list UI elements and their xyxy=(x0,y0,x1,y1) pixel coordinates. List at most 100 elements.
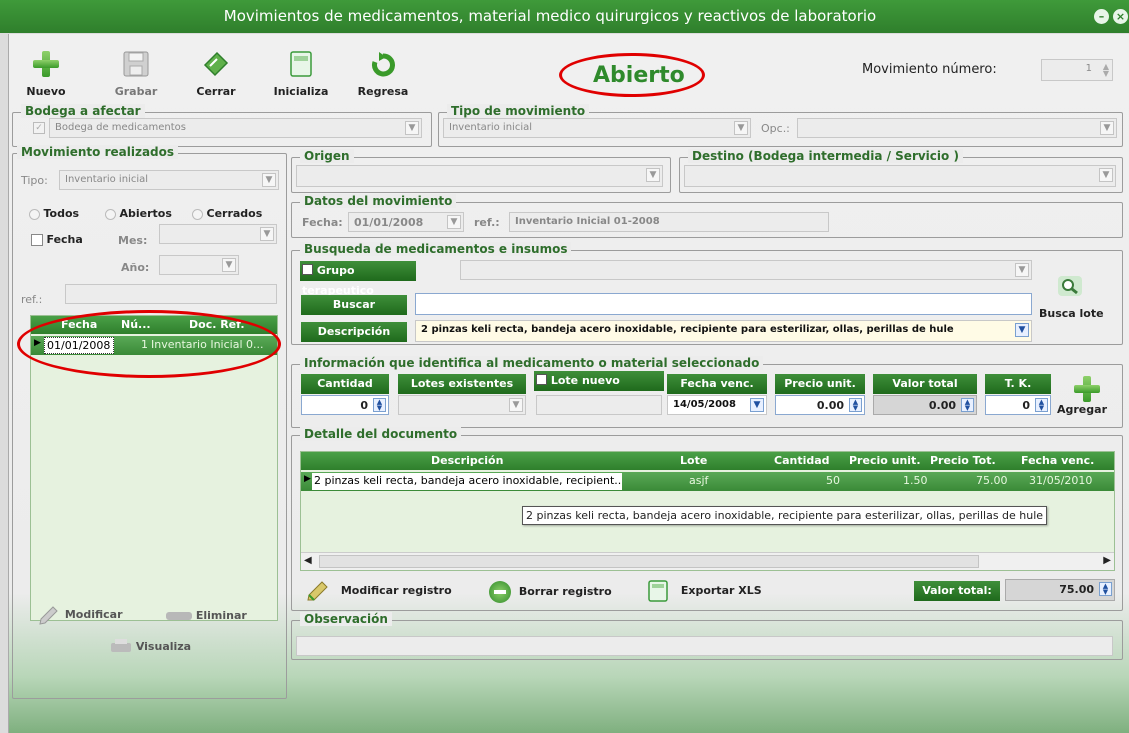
row-descripcion: 2 pinzas keli recta, bandeja acero inoxi… xyxy=(312,473,622,490)
chevron-down-icon: ▼ xyxy=(509,398,523,412)
radio-todos[interactable]: Todos xyxy=(29,207,79,220)
datos-fecha-field[interactable]: 01/01/2008 ▼ xyxy=(348,212,464,232)
lotes-existentes-select[interactable]: ▼ xyxy=(398,395,526,415)
origen-select[interactable]: ▼ xyxy=(296,165,663,187)
exportar-xls-label: Exportar XLS xyxy=(680,584,762,597)
radio-cerrados[interactable]: Cerrados xyxy=(192,207,262,220)
tipo-movimiento-select[interactable]: Inventario inicial ▼ xyxy=(443,118,751,138)
busqueda-legend: Busqueda de medicamentos e insumos xyxy=(300,242,572,256)
lote-nuevo-input[interactable] xyxy=(536,395,662,415)
busca-lote-button[interactable] xyxy=(1056,274,1086,300)
precio-unit-value: 0.00 xyxy=(816,399,844,412)
spinner-icon[interactable]: ▲ ▼ xyxy=(961,398,974,412)
movimiento-numero-field[interactable]: 1 ▲ ▼ xyxy=(1041,59,1113,81)
checkbox-icon xyxy=(31,234,43,246)
realizados-ref-input[interactable] xyxy=(65,284,277,304)
anio-select[interactable]: ▼ xyxy=(159,255,239,275)
mes-select[interactable]: ▼ xyxy=(159,224,277,244)
busca-lote-label[interactable]: Busca lote xyxy=(1039,307,1104,320)
visualiza-label: Visualiza xyxy=(135,640,192,653)
datos-ref-input[interactable]: Inventario Inicial 01-2008 xyxy=(509,212,829,232)
col-precio-unit[interactable]: Precio unit. xyxy=(849,454,921,467)
row-precio: 1.50 xyxy=(903,474,928,487)
scroll-right-icon[interactable]: ▶ xyxy=(1103,555,1111,566)
visualiza-button[interactable]: Visualiza xyxy=(110,638,191,656)
exportar-xls-button[interactable]: Exportar XLS xyxy=(647,579,762,603)
inicializa-label: Inicializa xyxy=(273,85,329,98)
info-legend: Información que identifica al medicament… xyxy=(300,356,764,370)
spinner-icon[interactable]: ▲ ▼ xyxy=(373,398,386,412)
chevron-down-icon: ▼ xyxy=(646,168,660,182)
spinner-icon[interactable]: ▲ ▼ xyxy=(1099,582,1112,596)
valor-total-field[interactable]: 75.00 ▲ ▼ xyxy=(1005,579,1115,601)
datos-fecha-value: 01/01/2008 xyxy=(354,216,424,229)
destino-select[interactable]: ▼ xyxy=(684,165,1116,187)
datos-fecha-label: Fecha: xyxy=(302,216,343,229)
agregar-button[interactable] xyxy=(1071,376,1100,402)
nuevo-button[interactable]: Nuevo xyxy=(23,47,69,98)
buscar-button[interactable]: Buscar xyxy=(301,295,407,315)
col-cantidad[interactable]: Cantidad xyxy=(774,454,830,467)
spinner-icon[interactable]: ▲ ▼ xyxy=(849,398,862,412)
observacion-input[interactable] xyxy=(296,636,1113,656)
scroll-left-icon[interactable]: ◀ xyxy=(304,555,312,566)
close-circle-icon[interactable]: × xyxy=(1113,9,1128,24)
plus-icon xyxy=(33,51,59,77)
fecha-filter-checkbox[interactable]: Fecha xyxy=(31,233,83,246)
table-row[interactable]: ▶ 2 pinzas keli recta, bandeja acero ino… xyxy=(301,472,1114,491)
realizados-tipo-select[interactable]: Inventario inicial ▼ xyxy=(59,170,279,190)
col-descripcion[interactable]: Descripción xyxy=(431,454,503,467)
opc-select[interactable]: ▼ xyxy=(797,118,1117,138)
abiertos-label: Abiertos xyxy=(119,207,172,220)
grupo-terapeutico-toggle[interactable]: Grupo terapeutico xyxy=(300,261,416,297)
cantidad-stepper[interactable]: 0 ▲ ▼ xyxy=(301,395,389,415)
descripcion-select[interactable]: 2 pinzas keli recta, bandeja acero inoxi… xyxy=(415,320,1032,342)
inicializa-button[interactable]: Inicializa xyxy=(271,47,331,98)
valor-total-stepper[interactable]: 0.00 ▲ ▼ xyxy=(873,395,977,415)
fecha-filter-label: Fecha xyxy=(46,233,83,246)
fecha-venc-value: 14/05/2008 xyxy=(673,399,736,410)
modificar-registro-label: Modificar registro xyxy=(340,584,452,597)
descripcion-button[interactable]: Descripción xyxy=(301,322,407,342)
horizontal-scrollbar[interactable]: ◀ ▶ xyxy=(301,552,1114,570)
lote-nuevo-label: Lote nuevo xyxy=(550,374,620,387)
printer-icon xyxy=(111,639,131,652)
modificar-label: Modificar xyxy=(64,608,123,621)
borrar-registro-button[interactable]: Borrar registro xyxy=(489,581,612,603)
spinner-icon[interactable]: ▲ ▼ xyxy=(1035,398,1048,412)
fecha-venc-select[interactable]: 14/05/2008 ▼ xyxy=(667,395,767,415)
cerrar-button[interactable]: Cerrar xyxy=(193,47,239,98)
agregar-label[interactable]: Agregar xyxy=(1057,403,1107,416)
precio-unit-stepper[interactable]: 0.00 ▲ ▼ xyxy=(775,395,865,415)
bodega-checkbox[interactable]: ✓ xyxy=(33,122,45,134)
chevron-down-icon: ▼ xyxy=(1015,263,1029,277)
modificar-registro-button[interactable]: Modificar registro xyxy=(305,579,452,603)
grupo-terapeutico-select[interactable]: ▼ xyxy=(460,260,1032,280)
spinner-icon[interactable]: ▲ ▼ xyxy=(1103,63,1109,78)
chevron-down-icon: ▼ xyxy=(1099,168,1113,182)
chevron-down-icon: ▼ xyxy=(1100,121,1114,135)
scrollbar-thumb[interactable] xyxy=(319,555,979,568)
buscar-input[interactable] xyxy=(415,293,1032,315)
tipo-label: Tipo: xyxy=(21,174,48,187)
realizados-legend: Movimiento realizados xyxy=(17,145,179,159)
eliminar-button[interactable]: Eliminar xyxy=(166,609,247,622)
col-precio-tot[interactable]: Precio Tot. xyxy=(930,454,996,467)
grabar-button[interactable]: Grabar xyxy=(113,47,159,98)
lote-nuevo-toggle[interactable]: Lote nuevo xyxy=(534,371,664,391)
datos-ref-label: ref.: xyxy=(474,216,500,229)
regresa-button[interactable]: Regresa xyxy=(355,47,411,98)
datos-legend: Datos del movimiento xyxy=(300,194,457,208)
minus-circle-icon[interactable]: – xyxy=(1094,9,1109,24)
tk-stepper[interactable]: 0 ▲ ▼ xyxy=(985,395,1051,415)
bodega-select[interactable]: Bodega de medicamentos ▼ xyxy=(49,118,422,138)
col-lote[interactable]: Lote xyxy=(680,454,707,467)
window-icon xyxy=(290,51,312,77)
tk-value: 0 xyxy=(1022,399,1030,412)
modificar-button[interactable]: Modificar xyxy=(37,604,123,626)
nuevo-label: Nuevo xyxy=(26,85,66,98)
realizados-tipo-value: Inventario inicial xyxy=(65,174,149,185)
radio-abiertos[interactable]: Abiertos xyxy=(105,207,172,220)
col-fecha-venc[interactable]: Fecha venc. xyxy=(1021,454,1094,467)
destino-legend: Destino (Bodega intermedia / Servicio ) xyxy=(688,149,963,163)
